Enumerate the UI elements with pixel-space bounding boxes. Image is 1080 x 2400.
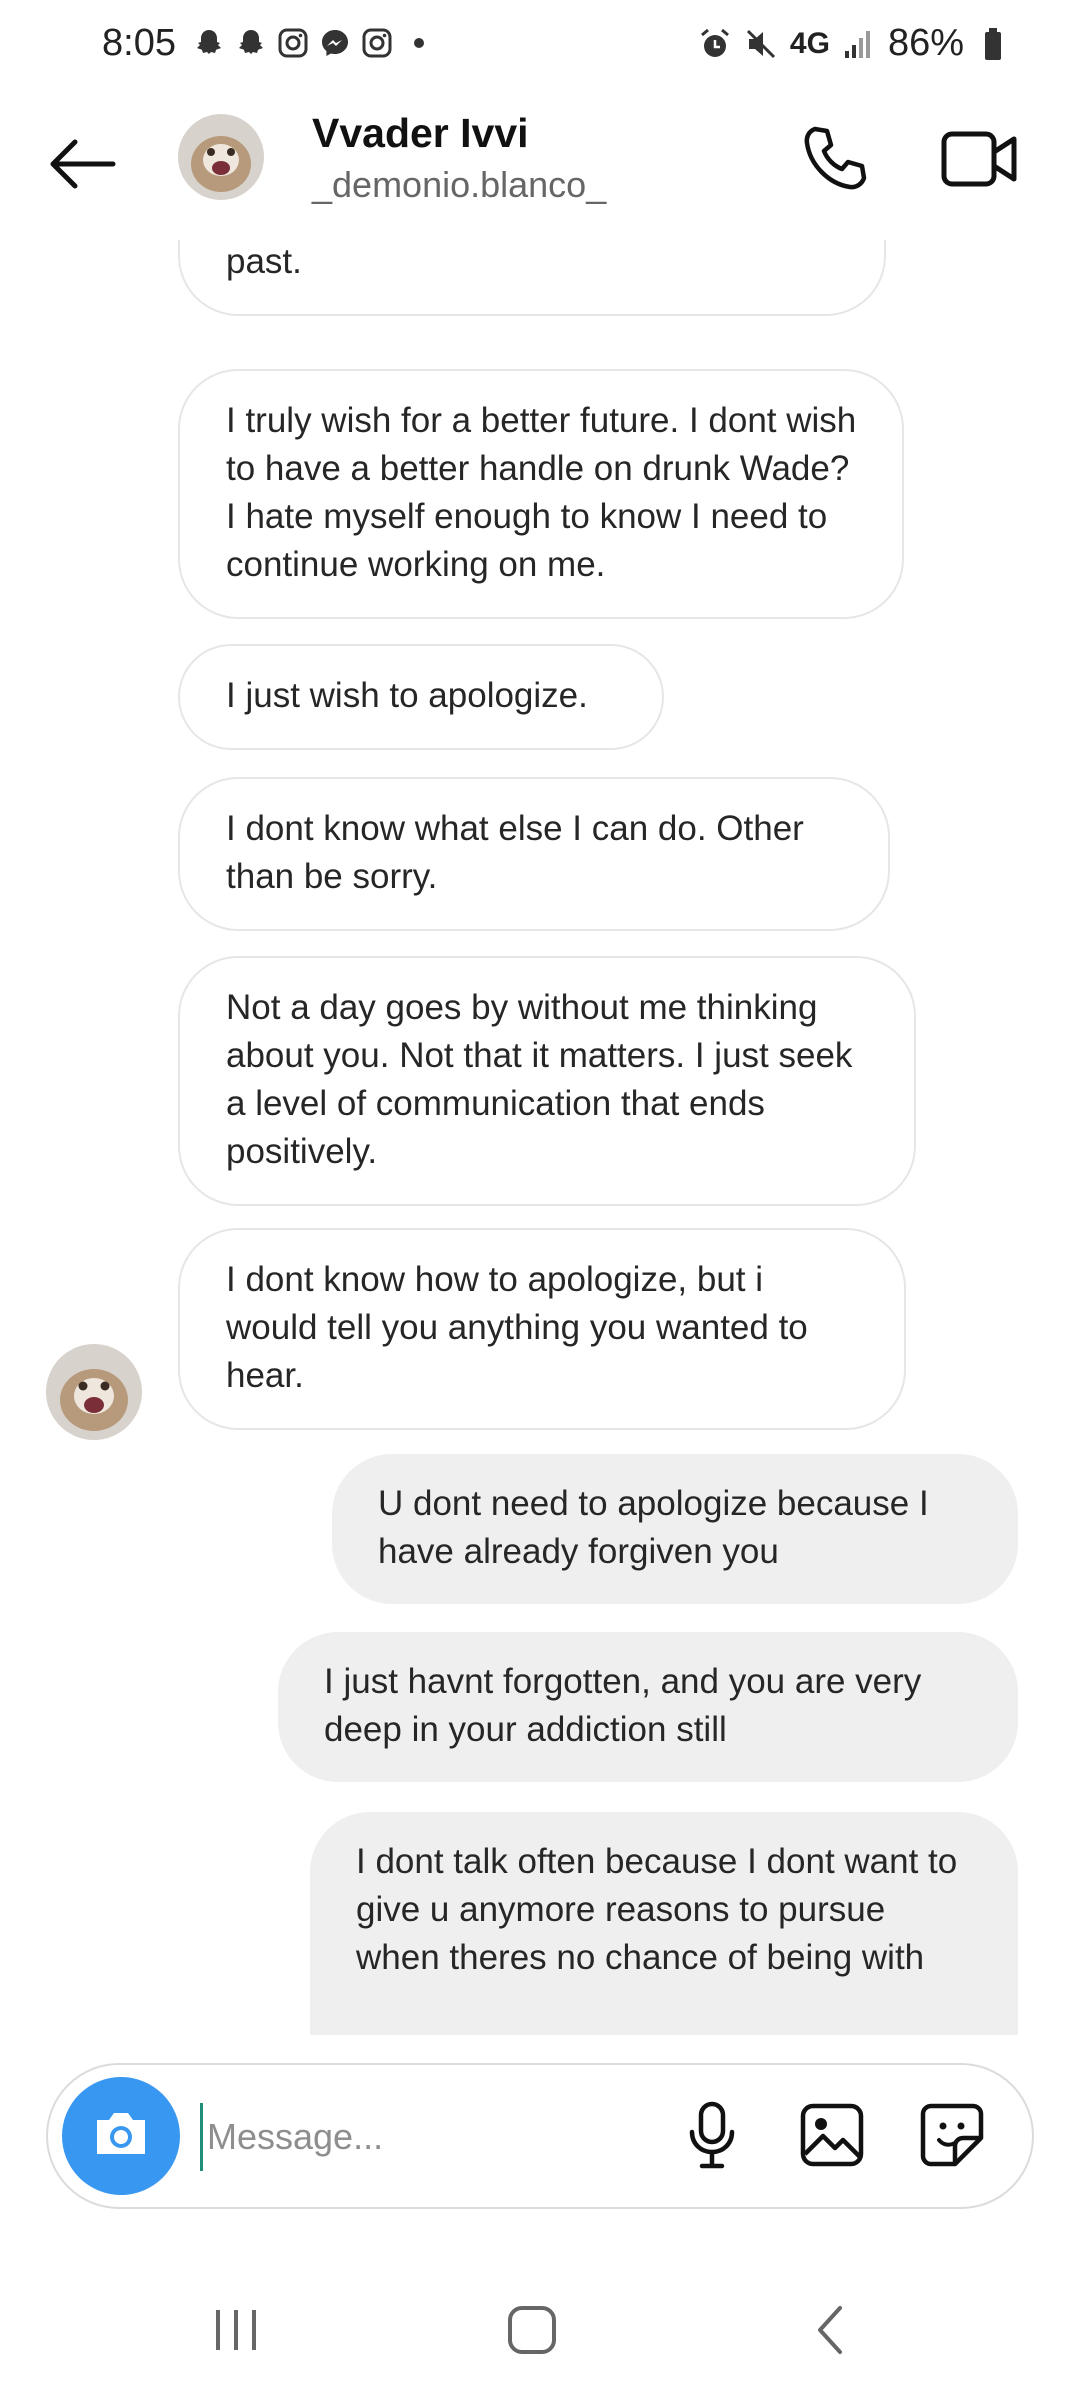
message-bubble-outgoing[interactable]: I dont talk often because I dont want to…	[310, 1812, 1018, 2035]
back-icon	[810, 2302, 850, 2363]
signal-icon	[842, 27, 876, 61]
contact-username[interactable]: _demonio.blanco_	[312, 164, 606, 206]
network-type: 4G	[789, 26, 830, 60]
camera-icon	[91, 2108, 151, 2165]
chat-header: Vvader Ivvi _demonio.blanco_	[0, 92, 1080, 240]
home-button[interactable]	[472, 2290, 592, 2374]
home-icon	[504, 2302, 560, 2363]
sticker-button[interactable]	[910, 2095, 994, 2179]
message-bubble-incoming[interactable]: I dont know what else I can do. Other th…	[178, 777, 890, 931]
instagram-icon	[276, 26, 310, 60]
contact-name[interactable]: Vvader Ivvi	[312, 110, 529, 157]
system-nav-bar	[0, 2270, 1080, 2400]
notification-icons	[192, 26, 436, 60]
status-bar: 8:05 4G 86%	[0, 0, 1080, 92]
mute-icon	[744, 27, 778, 61]
message-bubble-incoming[interactable]: Communicate a desire for a different pas…	[178, 240, 886, 316]
message-bubble-incoming[interactable]: Not a day goes by without me thinking ab…	[178, 956, 916, 1206]
sticker-icon	[919, 2102, 985, 2173]
avatar[interactable]	[46, 1344, 142, 1440]
avatar[interactable]	[178, 114, 264, 200]
microphone-icon	[684, 2100, 740, 2175]
alarm-icon	[698, 27, 732, 61]
gallery-button[interactable]	[790, 2095, 874, 2179]
back-button[interactable]	[44, 128, 120, 204]
back-arrow-icon	[47, 139, 117, 194]
message-composer	[46, 2063, 1034, 2209]
message-bubble-outgoing[interactable]: U dont need to apologize because I have …	[332, 1454, 1018, 1604]
system-back-button[interactable]	[770, 2290, 890, 2374]
status-time: 8:05	[102, 22, 176, 64]
message-bubble-outgoing[interactable]: I just havnt forgotten, and you are very…	[278, 1632, 1018, 1782]
recent-apps-icon	[206, 2305, 266, 2360]
status-right: 4G 86%	[698, 22, 1010, 65]
recent-apps-button[interactable]	[176, 2290, 296, 2374]
message-bubble-incoming[interactable]: I just wish to apologize.	[178, 644, 664, 750]
snapchat-icon	[192, 26, 226, 60]
dot-icon	[402, 26, 436, 60]
snapchat-icon	[234, 26, 268, 60]
message-bubble-incoming[interactable]: I truly wish for a better future. I dont…	[178, 369, 904, 619]
message-thread[interactable]: Communicate a desire for a different pas…	[0, 240, 1080, 2035]
voice-message-button[interactable]	[670, 2095, 754, 2179]
phone-icon	[799, 123, 871, 200]
message-input[interactable]	[200, 2103, 709, 2171]
audio-call-button[interactable]	[790, 116, 880, 206]
video-camera-icon	[940, 124, 1020, 199]
instagram-icon	[360, 26, 394, 60]
message-bubble-incoming[interactable]: I dont know how to apologize, but i woul…	[178, 1228, 906, 1430]
battery-percent: 86%	[887, 22, 964, 64]
camera-button[interactable]	[62, 2077, 180, 2195]
gallery-icon	[799, 2102, 865, 2173]
video-call-button[interactable]	[935, 116, 1025, 206]
battery-icon	[976, 27, 1010, 61]
messenger-icon	[318, 26, 352, 60]
